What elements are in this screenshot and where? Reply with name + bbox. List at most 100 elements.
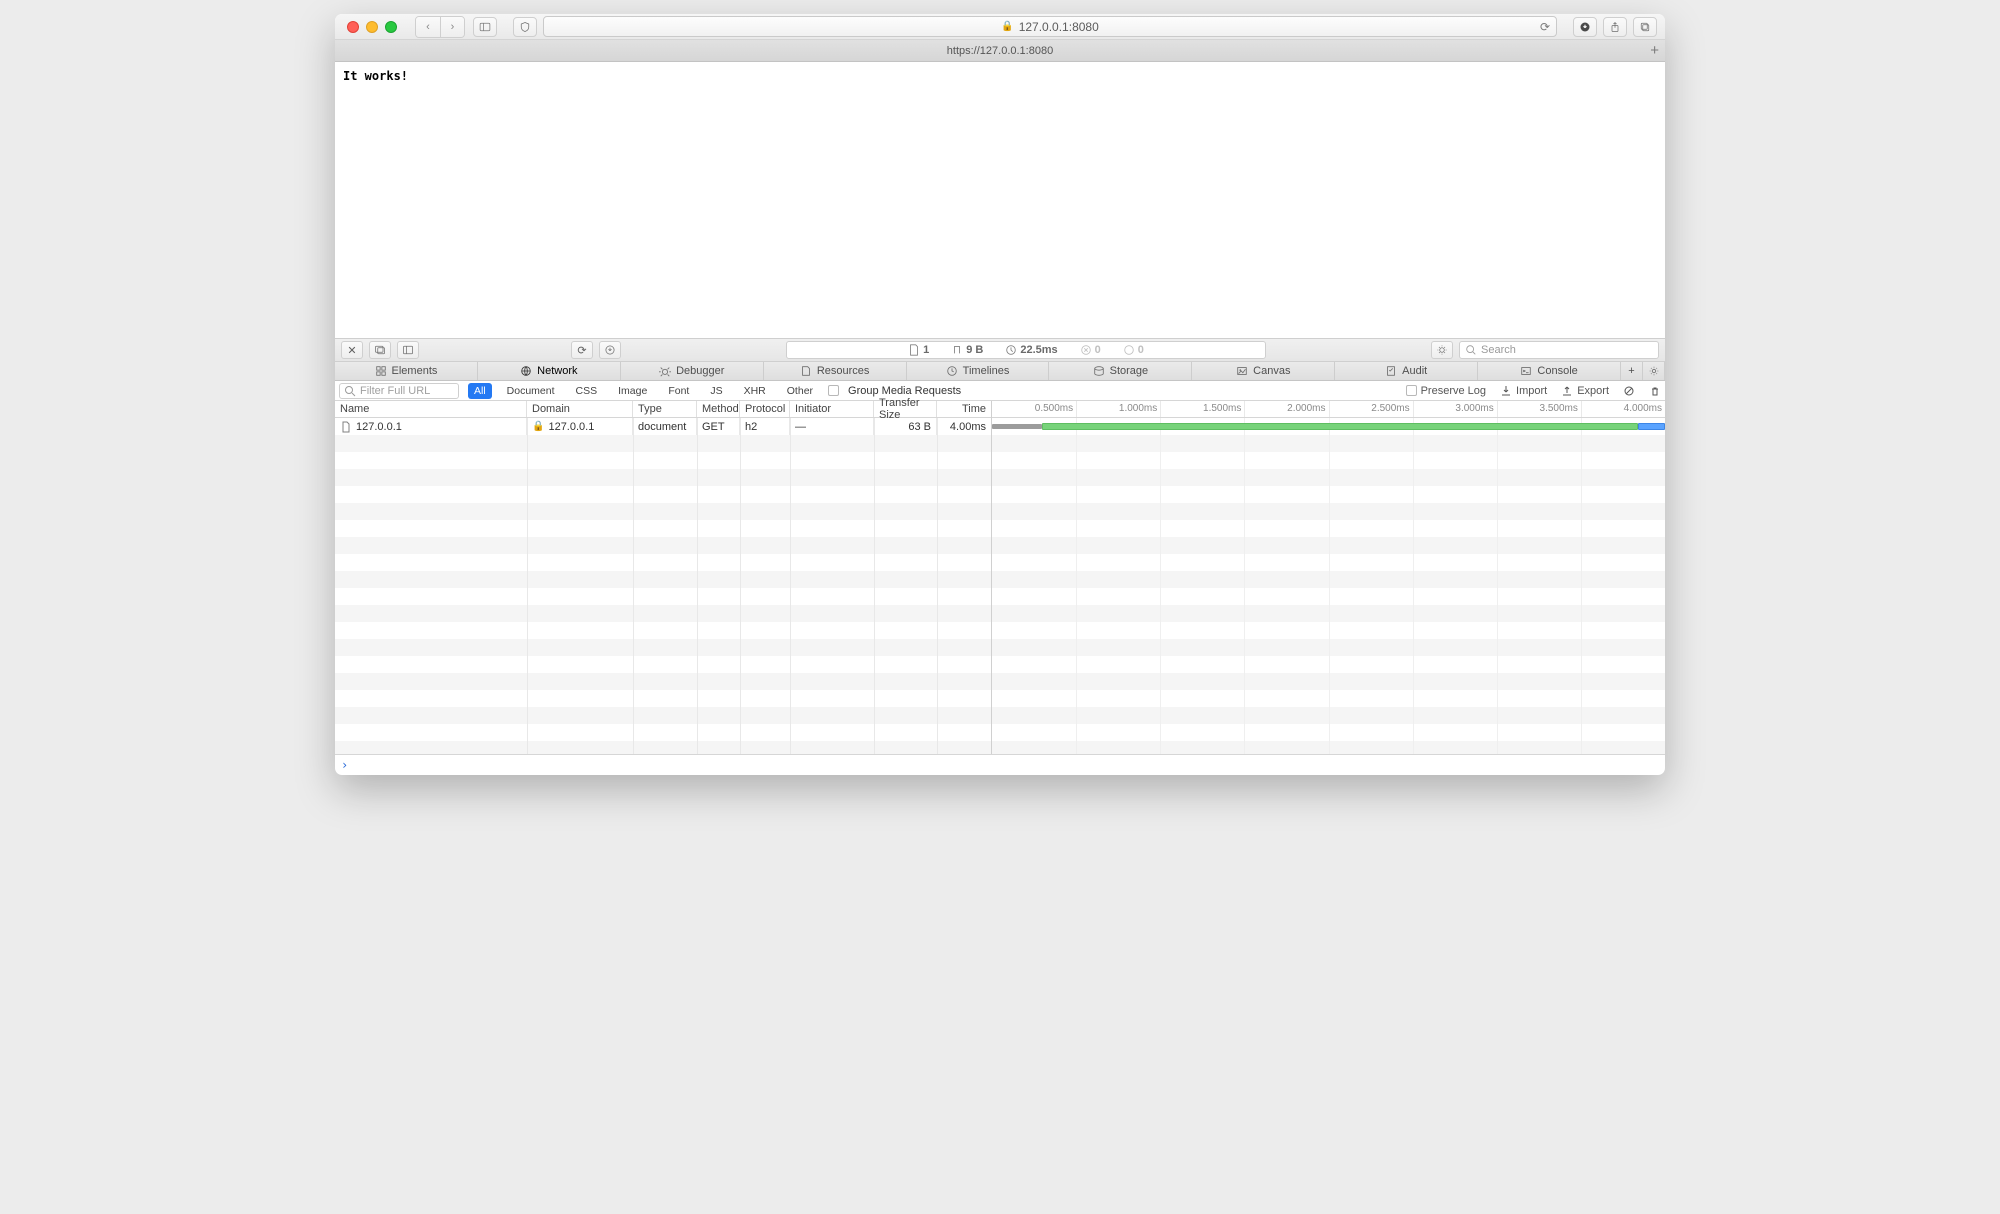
page-content: It works! — [335, 62, 1665, 338]
close-devtools-button[interactable]: ✕ — [341, 341, 363, 359]
timeline-tick: 2.500ms — [1371, 403, 1412, 414]
toggle-left-panel-button[interactable] — [397, 341, 419, 359]
sidebar-toggle-button[interactable] — [473, 17, 497, 37]
canvas-icon — [1236, 365, 1248, 377]
col-size[interactable]: Transfer Size — [874, 401, 937, 417]
filter-font[interactable]: Font — [662, 383, 695, 399]
timelines-icon — [946, 365, 958, 377]
filter-js[interactable]: JS — [704, 383, 728, 399]
tab-console[interactable]: Console — [1478, 362, 1621, 380]
filter-document[interactable]: Document — [501, 383, 561, 399]
titlebar: ‹ › 🔒 127.0.0.1:8080 ⟳ — [335, 14, 1665, 40]
tab-network[interactable]: Network — [478, 362, 621, 380]
devtools-panel-tabs: Elements Network Debugger Resources Time… — [335, 362, 1665, 381]
tab-debugger[interactable]: Debugger — [621, 362, 764, 380]
devtools-search[interactable]: Search — [1459, 341, 1659, 359]
forward-button[interactable]: › — [440, 17, 464, 37]
col-name[interactable]: Name — [335, 401, 527, 417]
import-icon — [1500, 385, 1512, 397]
panel-settings-button[interactable] — [1643, 362, 1665, 380]
reload-icon[interactable]: ⟳ — [1540, 20, 1550, 34]
table-body: 127.0.0.1 🔒127.0.0.1 document GET h2 — 6… — [335, 418, 991, 754]
col-protocol[interactable]: Protocol — [740, 401, 790, 417]
timeline-tick: 2.000ms — [1287, 403, 1328, 414]
timeline-tick: 3.500ms — [1540, 403, 1581, 414]
tabs-overview-button[interactable] — [1633, 17, 1657, 37]
network-filter-row: Filter Full URL All Document CSS Image F… — [335, 381, 1665, 401]
search-icon — [1465, 344, 1477, 356]
timeline-tick: 1.000ms — [1119, 403, 1160, 414]
filter-icon — [344, 385, 356, 397]
waterfall-body — [992, 418, 1665, 754]
tab-resources[interactable]: Resources — [764, 362, 907, 380]
warning-icon — [1123, 344, 1135, 356]
download-har-button[interactable] — [599, 341, 621, 359]
minimize-window-button[interactable] — [366, 21, 378, 33]
gear-icon — [1648, 365, 1660, 377]
waterfall-header[interactable]: 0.500ms1.000ms1.500ms2.000ms2.500ms3.000… — [992, 401, 1665, 418]
lock-icon: 🔒 — [1001, 21, 1013, 32]
col-time[interactable]: Time — [937, 401, 991, 417]
tab-bar: https://127.0.0.1:8080 + — [335, 40, 1665, 62]
elements-icon — [375, 365, 387, 377]
filter-url-input[interactable]: Filter Full URL — [339, 383, 459, 399]
size-icon — [951, 344, 963, 356]
tab-elements[interactable]: Elements — [335, 362, 478, 380]
add-panel-button[interactable]: + — [1621, 362, 1643, 380]
timeline-tick: 3.000ms — [1455, 403, 1496, 414]
address-text: 127.0.0.1:8080 — [1019, 20, 1099, 34]
zoom-window-button[interactable] — [385, 21, 397, 33]
tab-audit[interactable]: Audit — [1335, 362, 1478, 380]
group-media-label: Group Media Requests — [848, 385, 961, 397]
tab-storage[interactable]: Storage — [1049, 362, 1192, 380]
page-text: It works! — [343, 69, 408, 83]
address-bar[interactable]: 🔒 127.0.0.1:8080 ⟳ — [543, 16, 1557, 37]
export-button[interactable]: Export — [1561, 385, 1609, 397]
network-table: Name Domain Type Method Protocol Initiat… — [335, 401, 1665, 755]
browser-window: ‹ › 🔒 127.0.0.1:8080 ⟳ — [335, 14, 1665, 775]
back-button[interactable]: ‹ — [416, 17, 440, 37]
resources-icon — [800, 365, 812, 377]
group-media-checkbox[interactable] — [828, 385, 839, 396]
tab-title[interactable]: https://127.0.0.1:8080 — [947, 45, 1053, 57]
filter-image[interactable]: Image — [612, 383, 653, 399]
filter-xhr[interactable]: XHR — [738, 383, 772, 399]
privacy-report-button[interactable] — [513, 17, 537, 37]
downloads-button[interactable] — [1573, 17, 1597, 37]
traffic-lights — [347, 21, 397, 33]
timeline-tick: 1.500ms — [1203, 403, 1244, 414]
tab-timelines[interactable]: Timelines — [907, 362, 1050, 380]
device-settings-button[interactable] — [1431, 341, 1453, 359]
clear-button[interactable] — [1649, 385, 1661, 397]
import-button[interactable]: Import — [1500, 385, 1547, 397]
filter-all[interactable]: All — [468, 383, 492, 399]
storage-icon — [1093, 365, 1105, 377]
filter-other[interactable]: Other — [781, 383, 819, 399]
document-icon — [908, 344, 920, 356]
debugger-icon — [659, 365, 671, 377]
timeline-tick: 4.000ms — [1624, 403, 1665, 414]
col-domain[interactable]: Domain — [527, 401, 633, 417]
filter-css[interactable]: CSS — [570, 383, 604, 399]
col-initiator[interactable]: Initiator — [790, 401, 874, 417]
disable-cache-button[interactable] — [1623, 385, 1635, 397]
close-window-button[interactable] — [347, 21, 359, 33]
devtools-toolbar: ✕ ⟳ 1 9 B 22.5ms 0 0 Search — [335, 338, 1665, 362]
console-prompt[interactable]: › — [335, 755, 1665, 775]
dock-side-button[interactable] — [369, 341, 391, 359]
new-tab-button[interactable]: + — [1650, 42, 1659, 59]
export-icon — [1561, 385, 1573, 397]
lock-icon: 🔒 — [532, 421, 544, 432]
table-row[interactable]: 127.0.0.1 🔒127.0.0.1 document GET h2 — 6… — [335, 418, 991, 435]
audit-icon — [1385, 365, 1397, 377]
console-icon — [1520, 365, 1532, 377]
preserve-log-toggle[interactable]: Preserve Log — [1406, 385, 1486, 397]
reload-ignoring-cache-button[interactable]: ⟳ — [571, 341, 593, 359]
col-type[interactable]: Type — [633, 401, 697, 417]
waterfall-row[interactable] — [992, 418, 1665, 435]
tab-canvas[interactable]: Canvas — [1192, 362, 1335, 380]
col-method[interactable]: Method — [697, 401, 740, 417]
network-summary: 1 9 B 22.5ms 0 0 — [786, 341, 1266, 359]
network-icon — [520, 365, 532, 377]
share-button[interactable] — [1603, 17, 1627, 37]
